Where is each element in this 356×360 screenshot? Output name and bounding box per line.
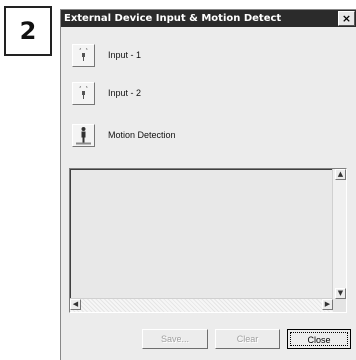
save-button-label: Save... (160, 334, 189, 344)
person-icon (76, 126, 91, 144)
vertical-scrollbar[interactable]: ▲ ▼ (332, 169, 346, 299)
motion-detection-button[interactable] (72, 123, 95, 147)
sensor-icon (79, 86, 88, 99)
input-1-button[interactable] (72, 43, 95, 67)
arrow-right-icon: ▶ (324, 300, 331, 308)
step-number-badge: 2 (4, 6, 52, 56)
close-icon: × (341, 12, 352, 25)
arrow-left-icon: ◀ (72, 300, 79, 308)
scroll-up-button[interactable]: ▲ (335, 169, 346, 180)
input-2-button[interactable] (72, 81, 95, 105)
scrollbar-corner (333, 299, 346, 312)
window-titlebar: External Device Input & Motion Detect × (61, 10, 356, 27)
device-row-motion-detection: Motion Detection (72, 123, 176, 147)
device-input-window: External Device Input & Motion Detect × … (60, 9, 356, 360)
scroll-down-button[interactable]: ▼ (335, 288, 346, 299)
scroll-left-button[interactable]: ◀ (70, 299, 81, 310)
arrow-up-icon: ▲ (337, 170, 344, 178)
device-row-input-2: Input - 2 (72, 81, 141, 105)
clear-button-label: Clear (236, 334, 259, 344)
clear-button[interactable]: Clear (215, 329, 280, 349)
motion-detection-label: Motion Detection (108, 130, 176, 140)
close-button-label: Close (290, 332, 348, 346)
sensor-icon (79, 48, 88, 61)
window-close-button[interactable]: × (338, 11, 355, 26)
input-1-label: Input - 1 (108, 50, 142, 60)
window-title: External Device Input & Motion Detect (64, 13, 282, 24)
input-2-label: Input - 2 (108, 88, 142, 98)
scroll-right-button[interactable]: ▶ (322, 299, 333, 310)
device-row-input-1: Input - 1 (72, 43, 141, 67)
close-button[interactable]: Close (287, 329, 351, 349)
save-button[interactable]: Save... (142, 329, 208, 349)
arrow-down-icon: ▼ (337, 289, 344, 297)
event-log-list[interactable]: ▲ ▼ ◀ ▶ (69, 168, 347, 313)
horizontal-scrollbar[interactable]: ◀ ▶ (70, 298, 333, 312)
